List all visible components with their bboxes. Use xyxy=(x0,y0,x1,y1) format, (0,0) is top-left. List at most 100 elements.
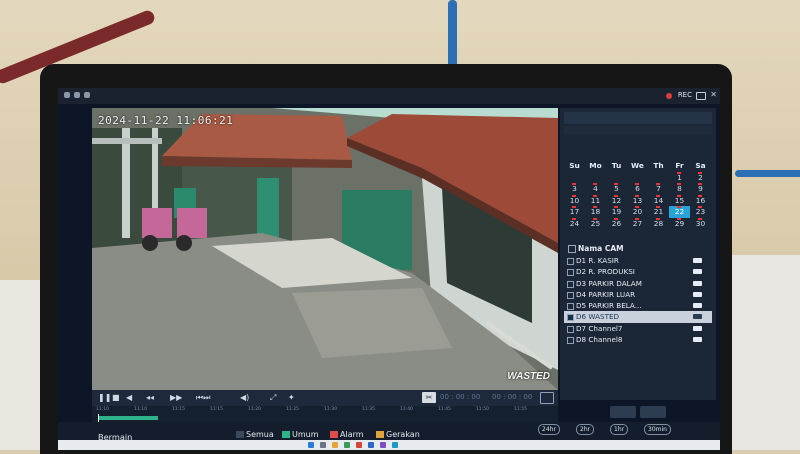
camera-checkbox[interactable] xyxy=(567,280,574,288)
camera-checkbox[interactable] xyxy=(567,269,574,277)
calendar-day[interactable]: 27 xyxy=(627,217,648,230)
calendar-day[interactable]: 5 xyxy=(606,183,627,195)
timeline-cursor[interactable] xyxy=(98,414,99,422)
app-icon[interactable] xyxy=(344,442,350,448)
calendar-empty-cell xyxy=(606,172,627,184)
pause-icon[interactable]: ❚❚ xyxy=(98,393,111,403)
app-icon[interactable] xyxy=(356,442,362,448)
snapshot-icon[interactable] xyxy=(696,92,706,100)
calendar-day[interactable]: 14 xyxy=(648,194,669,207)
calendar-day[interactable]: 9 xyxy=(690,183,711,195)
menu-icon[interactable] xyxy=(64,92,70,98)
select-all-checkbox[interactable] xyxy=(568,245,576,253)
calendar-day[interactable]: 16 xyxy=(690,194,711,207)
calendar-grid: Su Mo Tu We Th Fr Sa 1 2 3 4 5 6 7 8 9 10 11 12 13 14… xyxy=(564,160,712,229)
calendar-month-selector[interactable] xyxy=(564,112,712,124)
timeline-1hr-button[interactable]: 1hr xyxy=(610,424,629,435)
camera-list-item[interactable]: D6 WASTED xyxy=(564,311,712,323)
camera-list-item[interactable]: D2 R. PRODUKSI xyxy=(564,266,712,277)
app-icon[interactable] xyxy=(380,442,386,448)
calendar-day[interactable]: 18 xyxy=(585,206,606,218)
camera-name: D7 Channel7 xyxy=(576,323,623,333)
camera-video-feed[interactable]: 2024-11-22 11:06:21 WASTED xyxy=(92,108,558,390)
calendar-year-selector[interactable] xyxy=(564,126,712,134)
calendar-day[interactable]: 23 xyxy=(690,206,711,218)
camera-list-item[interactable]: D8 Channel8 xyxy=(564,334,712,345)
camera-list-item[interactable]: D5 PARKIR BELA... xyxy=(564,300,712,311)
calendar-day[interactable]: 6 xyxy=(627,183,648,195)
rewind-icon[interactable]: ◀ xyxy=(126,393,132,403)
camera-type-icon xyxy=(693,258,702,263)
camera-list: D1 R. KASIR D2 R. PRODUKSI D3 PARKIR DALAM… xyxy=(564,255,712,345)
calendar-day[interactable]: 2 xyxy=(690,171,711,184)
calendar-day[interactable]: 17 xyxy=(564,206,585,218)
folder-icon[interactable] xyxy=(332,442,338,448)
clip-button[interactable]: ✂ xyxy=(422,392,436,403)
close-icon[interactable]: ✕ xyxy=(710,90,717,99)
step-frame-icon[interactable]: ⏮⏭ xyxy=(196,393,210,403)
calendar-day[interactable]: 11 xyxy=(585,194,606,207)
calendar-day[interactable]: 24 xyxy=(564,217,585,230)
timeline-ticks: 11:10 11:10 11:15 11:15 11:20 11:25 11:3… xyxy=(92,407,558,414)
calendar-day[interactable]: 12 xyxy=(606,194,627,207)
calendar-day[interactable]: 10 xyxy=(564,194,585,207)
start-icon[interactable] xyxy=(308,442,314,448)
volume-icon[interactable]: ◀) xyxy=(240,393,249,403)
calendar-day[interactable]: 13 xyxy=(627,194,648,207)
filter-alarm[interactable]: Alarm xyxy=(330,430,364,439)
os-taskbar xyxy=(58,440,720,450)
fisheye-icon[interactable]: ✦ xyxy=(288,393,295,403)
save-clip-button[interactable] xyxy=(540,392,554,404)
calendar-day[interactable]: 7 xyxy=(648,183,669,195)
camera-checkbox[interactable] xyxy=(567,303,574,311)
playback-timeline[interactable]: 11:10 11:10 11:15 11:15 11:20 11:25 11:3… xyxy=(92,406,558,422)
timeline-24hr-button[interactable]: 24hr xyxy=(538,424,560,435)
settings-icon[interactable] xyxy=(84,92,90,98)
camera-checkbox[interactable] xyxy=(567,337,574,345)
filter-motion[interactable]: Gerakan xyxy=(376,430,420,439)
calendar-day[interactable]: 22 xyxy=(669,206,690,218)
calendar-day[interactable]: 25 xyxy=(585,217,606,230)
search-icon[interactable] xyxy=(320,442,326,448)
calendar-day[interactable]: 21 xyxy=(648,206,669,218)
calendar-day[interactable]: 20 xyxy=(627,206,648,218)
calendar-day[interactable]: 4 xyxy=(585,183,606,195)
calendar-day[interactable]: 1 xyxy=(669,171,690,184)
calendar-weekday-row: Su Mo Tu We Th Fr Sa xyxy=(564,160,712,172)
weekday-label: Fr xyxy=(675,161,684,170)
app-icon[interactable] xyxy=(368,442,374,448)
camera-checkbox[interactable] xyxy=(567,325,574,333)
camera-checkbox[interactable] xyxy=(567,258,574,265)
timeline-2hr-button[interactable]: 2hr xyxy=(576,424,595,435)
calendar-day[interactable]: 29 xyxy=(669,217,690,230)
grid-icon[interactable] xyxy=(74,92,80,98)
camera-list-item[interactable]: D1 R. KASIR xyxy=(564,255,712,266)
calendar-day[interactable]: 26 xyxy=(606,217,627,230)
weekday-label: Tu xyxy=(611,161,622,170)
list-view-button[interactable] xyxy=(640,406,666,418)
app-icon[interactable] xyxy=(392,442,398,448)
filter-all[interactable]: Semua xyxy=(236,430,274,439)
calendar-week-row: 3456789 xyxy=(564,183,712,195)
backup-button[interactable] xyxy=(610,406,636,418)
camera-list-item[interactable]: D4 PARKIR LUAR xyxy=(564,289,712,300)
calendar-day[interactable]: 19 xyxy=(606,206,627,218)
clip-start-time: 00 : 00 : 00 xyxy=(440,393,481,401)
slow-icon[interactable]: ◂◂ xyxy=(146,393,154,403)
zoom-icon[interactable]: ⤢ xyxy=(270,393,276,403)
camera-checkbox[interactable] xyxy=(567,314,574,322)
camera-checkbox[interactable] xyxy=(567,291,574,299)
timeline-30min-button[interactable]: 30min xyxy=(644,424,671,435)
calendar-day[interactable]: 30 xyxy=(690,217,711,230)
calendar-day[interactable]: 3 xyxy=(564,183,585,195)
stop-icon[interactable]: ■ xyxy=(112,393,120,403)
calendar-day[interactable]: 15 xyxy=(669,194,690,207)
calendar-day[interactable]: 28 xyxy=(648,217,669,230)
network-cable xyxy=(448,0,457,70)
filter-general[interactable]: Umum xyxy=(282,430,319,439)
timeline-tick-label: 11:45 xyxy=(438,407,451,412)
camera-list-item[interactable]: D3 PARKIR DALAM xyxy=(564,278,712,289)
play-forward-icon[interactable]: ▶▶ xyxy=(170,393,182,403)
camera-list-item[interactable]: D7 Channel7 xyxy=(564,323,712,334)
calendar-day[interactable]: 8 xyxy=(669,183,690,195)
